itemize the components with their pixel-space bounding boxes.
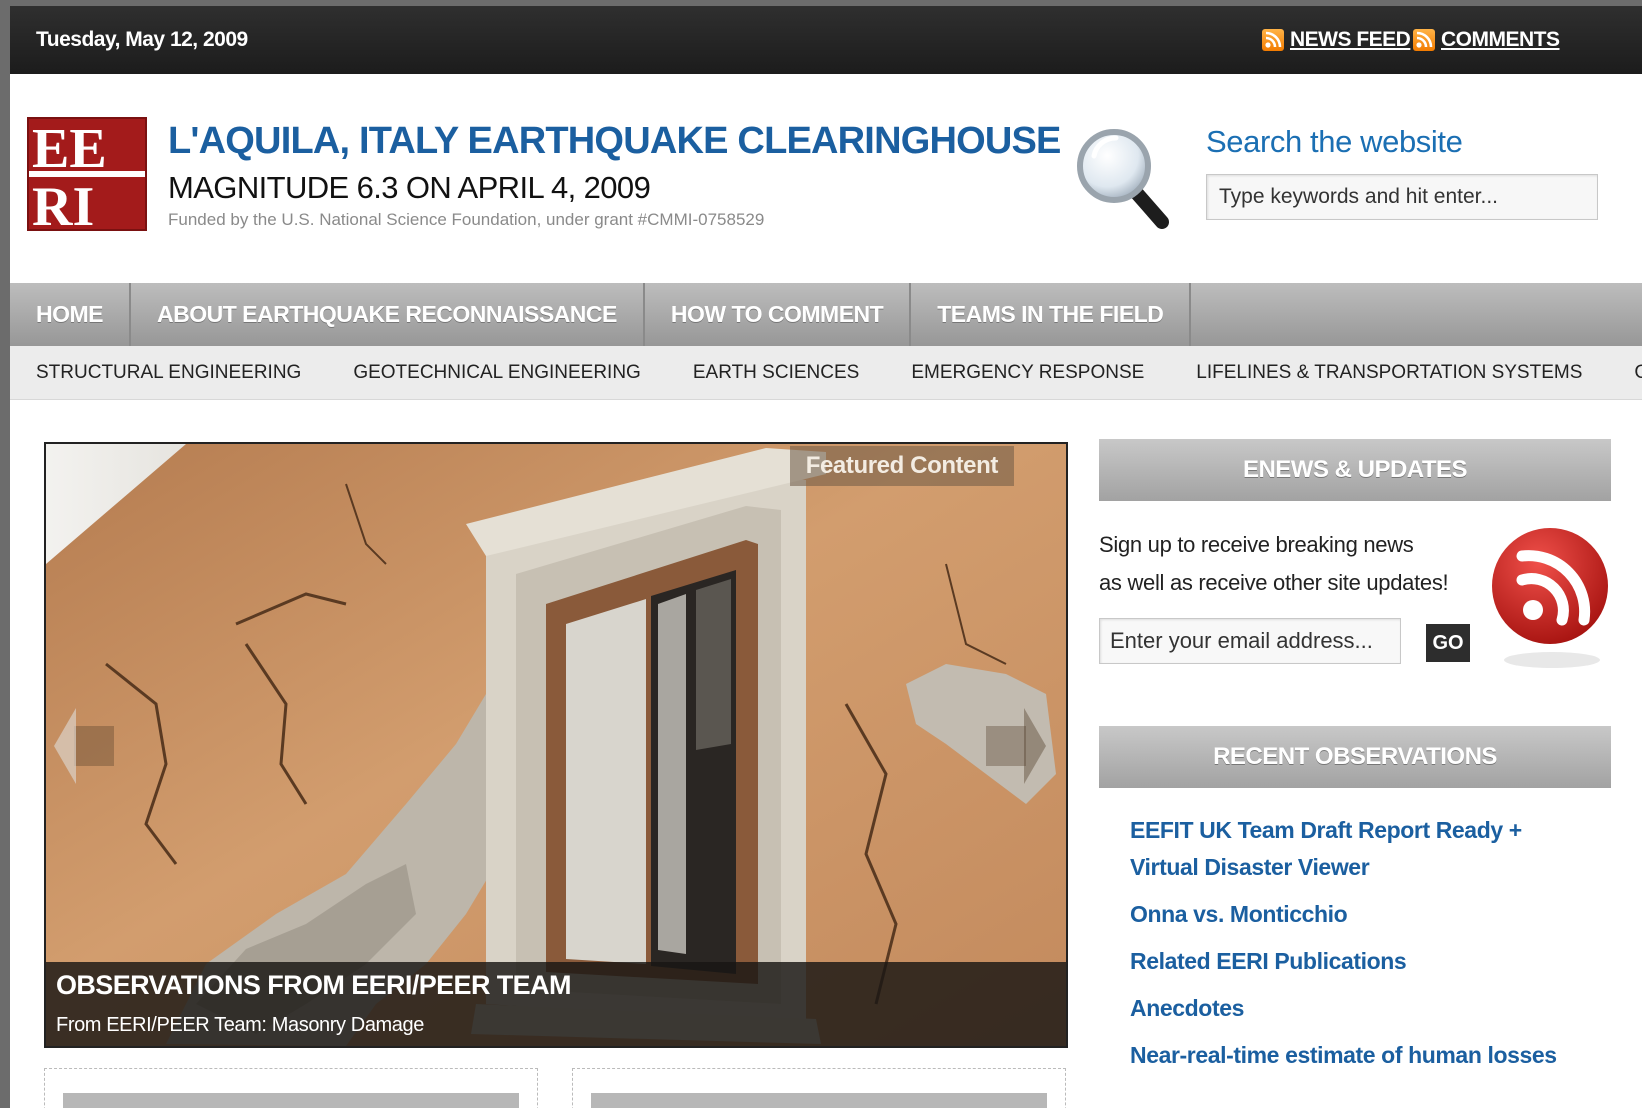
slider-prev-arrow-icon[interactable] [54,706,114,786]
nav-lifelines-transportation[interactable]: LIFELINES & TRANSPORTATION SYSTEMS [1170,346,1608,399]
featured-slider[interactable]: Featured Content OBSERVATIONS FROM EERI/… [44,442,1068,1048]
featured-content-tag: Featured Content [789,446,1014,486]
page: Tuesday, May 12, 2009 NEWS FEED COMMENTS… [10,6,1642,1108]
site-title[interactable]: L'AQUILA, ITALY EARTHQUAKE CLEARINGHOUSE [168,120,1061,163]
go-button[interactable]: GO [1426,624,1470,662]
nav-emergency-response[interactable]: EMERGENCY RESPONSE [885,346,1170,399]
featured-subtitle: From EERI/PEER Team: Masonry Damage [56,1014,424,1036]
nav-about-earthquake-reconnaissance[interactable]: ABOUT EARTHQUAKE RECONNAISSANCE [131,283,645,346]
enews-heading: ENEWS & UPDATES [1099,439,1611,501]
magnifier-icon [1076,122,1172,232]
observation-link[interactable]: Anecdotes [1130,990,1590,1027]
recent-observations-heading: RECENT OBSERVATIONS [1099,726,1611,788]
nav-how-to-comment[interactable]: HOW TO COMMENT [645,283,912,346]
top-bar: Tuesday, May 12, 2009 NEWS FEED COMMENTS [10,6,1642,74]
article-box [572,1068,1066,1108]
nav-home[interactable]: HOME [10,283,131,346]
comments-feed-link[interactable]: COMMENTS [1413,28,1560,52]
category-nav: STRUCTURAL ENGINEERING GEOTECHNICAL ENGI… [10,346,1642,400]
featured-photo [46,444,1066,1046]
observation-link[interactable]: Near-real-time estimate of human losses [1130,1037,1590,1074]
observation-link[interactable]: Onna vs. Monticchio [1130,896,1590,933]
enews-description: Sign up to receive breaking news as well… [1099,526,1459,602]
enews-line-1: Sign up to receive breaking news [1099,532,1414,557]
article-box-header [591,1093,1047,1108]
recent-observations-list: EEFIT UK Team Draft Report Ready + Virtu… [1130,812,1590,1084]
observation-link[interactable]: Related EERI Publications [1130,943,1590,980]
news-feed-label: NEWS FEED [1290,28,1411,51]
logo-letters-top: EE [32,119,107,180]
nav-teams-in-the-field[interactable]: TEAMS IN THE FIELD [911,283,1192,346]
search-heading: Search the website [1206,124,1463,159]
rss-feed-icon[interactable] [1490,524,1612,672]
eeri-logo[interactable]: EE RI [27,117,147,231]
article-box-header [63,1093,519,1108]
email-input[interactable] [1099,618,1401,664]
observation-link[interactable]: EEFIT UK Team Draft Report Ready + Virtu… [1130,812,1590,886]
rss-icon [1413,29,1435,51]
enews-line-2: as well as receive other site updates! [1099,570,1449,595]
nav-general[interactable]: GENERAL [1608,346,1642,399]
date-label: Tuesday, May 12, 2009 [36,28,248,51]
featured-title[interactable]: OBSERVATIONS FROM EERI/PEER TEAM [56,970,571,1001]
news-feed-link[interactable]: NEWS FEED [1262,28,1411,52]
primary-nav: HOME ABOUT EARTHQUAKE RECONNAISSANCE HOW… [10,283,1642,346]
rss-icon [1262,29,1284,51]
funding-note: Funded by the U.S. National Science Foun… [168,210,765,229]
slider-next-arrow-icon[interactable] [986,706,1046,786]
nav-geotechnical-engineering[interactable]: GEOTECHNICAL ENGINEERING [327,346,667,399]
article-box [44,1068,538,1108]
nav-structural-engineering[interactable]: STRUCTURAL ENGINEERING [10,346,327,399]
nav-earth-sciences[interactable]: EARTH SCIENCES [667,346,885,399]
comments-feed-label: COMMENTS [1441,28,1560,51]
logo-letters-bottom: RI [32,176,94,229]
featured-caption[interactable]: OBSERVATIONS FROM EERI/PEER TEAM From EE… [46,962,1066,1046]
site-subtitle: MAGNITUDE 6.3 ON APRIL 4, 2009 [168,170,651,205]
search-input[interactable] [1206,174,1598,220]
